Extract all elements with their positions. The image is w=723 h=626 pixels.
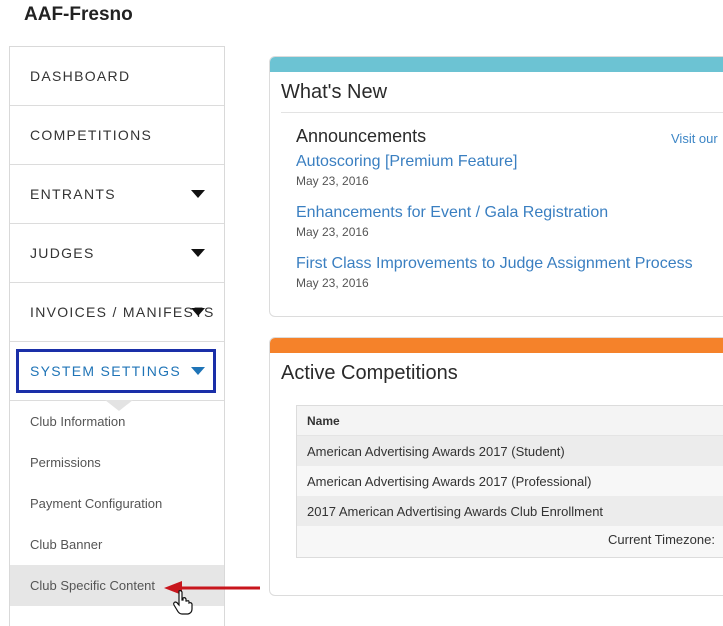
column-header-name: Name: [307, 413, 340, 428]
sidebar-item-label: JUDGES: [30, 245, 95, 261]
announcement-item: Autoscoring [Premium Feature] May 23, 20…: [270, 149, 723, 200]
competition-name: American Advertising Awards 2017 (Profes…: [307, 473, 592, 489]
announcement-link[interactable]: Autoscoring [Premium Feature]: [296, 153, 723, 171]
sidebar-item-dashboard[interactable]: DASHBOARD: [10, 47, 224, 106]
panel-color-bar: [270, 338, 723, 353]
sidebar-item-label: COMPETITIONS: [30, 127, 153, 143]
timezone-row: Current Timezone:: [297, 526, 723, 557]
announcement-item: First Class Improvements to Judge Assign…: [270, 251, 723, 302]
announcements-heading: Announcements: [296, 126, 427, 146]
panel-title: Active Competitions: [281, 362, 458, 384]
table-row[interactable]: American Advertising Awards 2017 (Studen…: [297, 436, 723, 466]
announcement-date: May 23, 2016: [296, 174, 369, 188]
panel-title: What's New: [281, 81, 388, 103]
active-indicator: [105, 400, 133, 411]
announcement-date: May 23, 2016: [296, 276, 369, 290]
visit-link[interactable]: Visit our: [671, 131, 718, 146]
announcement-date: May 23, 2016: [296, 225, 369, 239]
timezone-label: Current Timezone:: [608, 532, 715, 547]
announcements-header: Announcements Visit our: [270, 113, 723, 149]
table-row[interactable]: American Advertising Awards 2017 (Profes…: [297, 466, 723, 496]
sidebar-item-label: ENTRANTS: [30, 186, 116, 202]
active-competitions-panel: Active Competitions Name American Advert…: [269, 337, 723, 596]
sidebar-item-label: SYSTEM SETTINGS: [30, 363, 181, 379]
sidebar-item-invoices-manifests[interactable]: INVOICES / MANIFESTS: [10, 283, 224, 342]
whats-new-panel: What's New Announcements Visit our Autos…: [269, 56, 723, 317]
system-settings-submenu: Club Information Permissions Payment Con…: [10, 401, 224, 606]
org-title: AAF-Fresno: [24, 4, 133, 25]
panel-color-bar: [270, 57, 723, 72]
announcement-item: Enhancements for Event / Gala Registrati…: [270, 200, 723, 251]
submenu-item-payment-configuration[interactable]: Payment Configuration: [10, 483, 224, 524]
sidebar-item-label: DASHBOARD: [30, 68, 131, 84]
chevron-down-icon: [191, 249, 205, 257]
competitions-table: Name American Advertising Awards 2017 (S…: [296, 405, 723, 558]
sidebar-item-competitions[interactable]: COMPETITIONS: [10, 106, 224, 165]
table-header: Name: [297, 406, 723, 436]
chevron-down-icon: [191, 308, 205, 316]
sidebar-item-entrants[interactable]: ENTRANTS: [10, 165, 224, 224]
table-row[interactable]: 2017 American Advertising Awards Club En…: [297, 496, 723, 526]
submenu-item-club-banner[interactable]: Club Banner: [10, 524, 224, 565]
announcement-link[interactable]: First Class Improvements to Judge Assign…: [296, 255, 723, 273]
competition-name: 2017 American Advertising Awards Club En…: [307, 503, 604, 519]
competition-name: American Advertising Awards 2017 (Studen…: [307, 443, 565, 459]
sidebar-nav: DASHBOARD COMPETITIONS ENTRANTS JUDGES I…: [9, 46, 225, 626]
chevron-down-icon: [191, 367, 205, 375]
sidebar-item-judges[interactable]: JUDGES: [10, 224, 224, 283]
hand-cursor-icon: [173, 590, 193, 615]
announcement-link[interactable]: Enhancements for Event / Gala Registrati…: [296, 204, 723, 222]
chevron-down-icon: [191, 190, 205, 198]
submenu-item-permissions[interactable]: Permissions: [10, 442, 224, 483]
sidebar-item-label: INVOICES / MANIFESTS: [30, 304, 215, 320]
sidebar-item-system-settings[interactable]: SYSTEM SETTINGS: [10, 342, 224, 411]
